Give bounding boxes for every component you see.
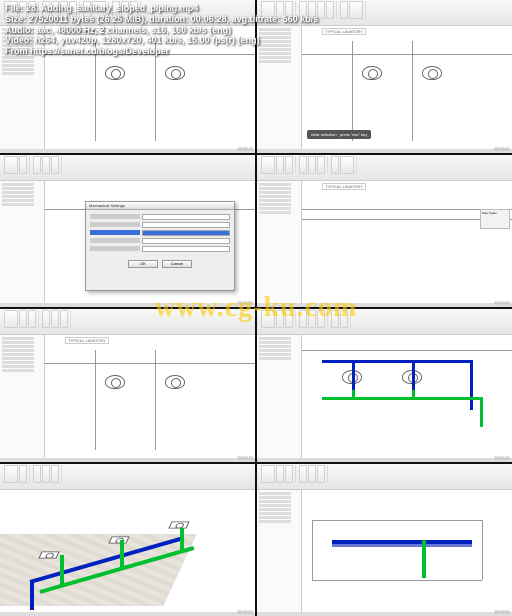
- toilet-fixture-icon[interactable]: [362, 66, 382, 80]
- timestamp: 00:02:01: [494, 609, 510, 614]
- timestamp: 00:01:51: [237, 609, 253, 614]
- media-info-overlay: File: 28. Adding_sanitary_sloped_piping.…: [0, 0, 323, 60]
- drawing-canvas[interactable]: Mechanical Settings OK Cancel: [45, 181, 255, 304]
- thumb-r2c1[interactable]: Mechanical Settings OK Cancel: [0, 155, 255, 308]
- ribbon[interactable]: [0, 464, 255, 490]
- project-browser[interactable]: [257, 335, 302, 458]
- timestamp: 00:01:01: [494, 300, 510, 305]
- thumb-r4c1[interactable]: 00:01:51: [0, 464, 255, 616]
- fixture-3d-icon[interactable]: [108, 536, 129, 543]
- ribbon[interactable]: [0, 309, 255, 335]
- timestamp: 00:00:31: [494, 146, 510, 151]
- thumbnail-grid: TYPICAL LAVATORY 00:00:11 TYPICA: [0, 0, 512, 616]
- timestamp: 00:01:11: [238, 455, 253, 460]
- hint-tooltip: clear selection press "esc" key: [307, 130, 371, 139]
- cancel-button[interactable]: Cancel: [162, 260, 192, 268]
- drawing-canvas[interactable]: TYPICAL LAVATORY Pipe Types: [302, 181, 512, 304]
- thumb-r2c2[interactable]: TYPICAL LAVATORY Pipe Types 00:01:01: [257, 155, 512, 308]
- view-title: TYPICAL LAVATORY: [322, 183, 366, 190]
- view-title: TYPICAL LAVATORY: [65, 337, 109, 344]
- properties-palette[interactable]: Pipe Types: [480, 209, 510, 229]
- drawing-canvas[interactable]: TYPICAL LAVATORY: [45, 335, 255, 458]
- timestamp: 00:00:51: [237, 300, 253, 305]
- dialog-title: Mechanical Settings: [86, 202, 234, 210]
- project-browser[interactable]: [257, 490, 302, 613]
- fixture-3d-icon[interactable]: [38, 551, 59, 558]
- toilet-fixture-icon[interactable]: [105, 375, 125, 389]
- project-browser[interactable]: [0, 335, 45, 458]
- project-browser[interactable]: [0, 181, 45, 304]
- toilet-fixture-icon[interactable]: [422, 66, 442, 80]
- drawing-canvas[interactable]: [302, 490, 512, 613]
- fixture-3d-icon[interactable]: [168, 521, 189, 528]
- mechanical-settings-dialog[interactable]: Mechanical Settings OK Cancel: [85, 201, 235, 291]
- toilet-fixture-icon[interactable]: [105, 66, 125, 80]
- ribbon[interactable]: [257, 464, 512, 490]
- toilet-fixture-icon[interactable]: [165, 66, 185, 80]
- ribbon[interactable]: [257, 155, 512, 181]
- thumb-r3c2[interactable]: 00:01:31: [257, 309, 512, 462]
- drawing-canvas[interactable]: TYPICAL LAVATORY clear selection press "…: [302, 26, 512, 149]
- toilet-fixture-icon[interactable]: [165, 375, 185, 389]
- view-title: TYPICAL LAVATORY: [322, 28, 366, 35]
- status-bar: [0, 149, 255, 153]
- thumb-r4c2[interactable]: 00:02:01: [257, 464, 512, 616]
- timestamp: 00:00:11: [238, 146, 253, 151]
- ribbon[interactable]: [0, 155, 255, 181]
- timestamp: 00:01:31: [494, 455, 510, 460]
- ok-button[interactable]: OK: [128, 260, 158, 268]
- drawing-canvas[interactable]: [302, 335, 512, 458]
- drawing-canvas-3d[interactable]: [0, 490, 255, 613]
- ribbon[interactable]: [257, 309, 512, 335]
- thumb-r3c1[interactable]: TYPICAL LAVATORY 00:01:11: [0, 309, 255, 462]
- project-browser[interactable]: [257, 181, 302, 304]
